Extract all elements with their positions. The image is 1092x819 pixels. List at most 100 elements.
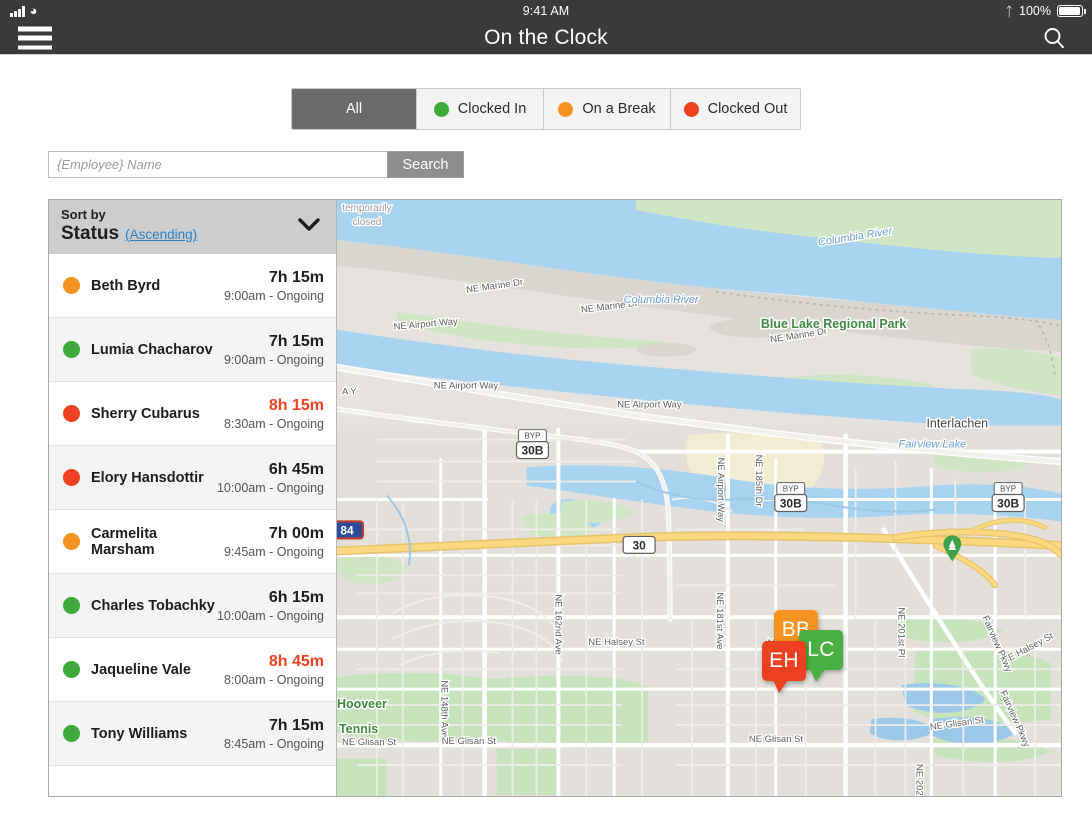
employee-time-block: 6h 15m 10:00am - Ongoing (217, 588, 324, 624)
employee-shift-times: 10:00am - Ongoing (216, 608, 324, 623)
map-place-label: Interlachen (926, 417, 988, 431)
employee-name: Carmelita Marsham (91, 525, 158, 558)
employee-duration: 7h 15m (268, 716, 324, 734)
employee-shift-times: 9:00am - Ongoing (223, 288, 324, 303)
employee-location-map[interactable]: NE Marine Dr NE Marine Dr NE Marine Dr NE M… (337, 200, 1061, 796)
employee-row[interactable]: Charles Tobachky 6h 15m 10:00am - Ongoing (49, 574, 336, 638)
map-canvas: NE Marine DrNE Marine DrNE Marine DrNE M… (337, 200, 1061, 796)
tab-clocked-out[interactable]: Clocked Out (671, 89, 800, 129)
employee-row[interactable]: Carmelita Marsham 7h 00m 9:45am - Ongoing (49, 510, 336, 574)
map-marker-initials: EH (762, 641, 806, 681)
employee-row[interactable]: Sherry Cubarus 8h 15m 8:30am - Ongoing (49, 382, 336, 446)
employee-name: Sherry Cubarus (91, 405, 200, 422)
main-content: Sort by Status (Ascending) Beth Byrd 7h 1… (48, 199, 1062, 797)
employee-name: Jaqueline Vale (91, 661, 191, 678)
employee-name: Lumia Chacharov (91, 341, 213, 358)
status-dot-green-icon (433, 101, 449, 117)
employee-status-dot-icon (63, 533, 80, 550)
employee-status-dot-icon (63, 725, 80, 742)
employee-list-panel: Sort by Status (Ascending) Beth Byrd 7h 1… (49, 200, 337, 796)
chevron-down-icon[interactable] (298, 218, 320, 231)
employee-name: Charles Tobachky (91, 597, 215, 614)
employee-shift-times: 9:00am - Ongoing (223, 352, 324, 367)
employee-status-dot-icon (63, 341, 80, 358)
map-road-label: NE 201st Pl (895, 607, 906, 657)
employee-name: Beth Byrd (91, 277, 161, 294)
employee-row[interactable]: Beth Byrd 7h 15m 9:00am - Ongoing (49, 254, 336, 318)
tab-all[interactable]: All (292, 89, 417, 129)
employee-shift-times: 10:00am - Ongoing (216, 480, 324, 495)
sort-by-header[interactable]: Sort by Status (Ascending) (49, 200, 336, 254)
map-highway-shield: 30 (622, 535, 656, 555)
employee-status-dot-icon (63, 405, 80, 422)
shield-bypass-label: BYP (1000, 485, 1016, 494)
employee-time-block: 7h 15m 8:45am - Ongoing (224, 716, 324, 752)
map-road-label: A Y (342, 387, 357, 398)
employee-duration: 8h 45m (268, 652, 324, 670)
sort-direction-link[interactable]: (Ascending) (125, 227, 197, 242)
employee-duration: 8h 15m (268, 396, 324, 414)
employee-time-block: 7h 00m 9:45am - Ongoing (224, 524, 324, 560)
status-bar-right: ᛏ 100% (1005, 3, 1086, 19)
status-dot-orange-icon (558, 101, 574, 117)
map-water-label: Columbia River (624, 294, 700, 306)
tab-on-a-break[interactable]: On a Break (544, 89, 671, 129)
shield-number: 30 (633, 538, 647, 552)
employee-time-block: 8h 45m 8:00am - Ongoing (224, 652, 324, 688)
map-marker-tail-icon (810, 669, 825, 682)
battery-percent-label: 100% (1019, 4, 1051, 18)
map-water-label: Fairview Lake (899, 439, 967, 451)
employee-row[interactable]: Elory Hansdottir 6h 45m 10:00am - Ongoing (49, 446, 336, 510)
shield-number: 30B (780, 496, 802, 510)
battery-icon (1057, 4, 1086, 18)
search-button[interactable]: Search (387, 151, 464, 178)
map-road-label: NE Halsey St (588, 637, 645, 648)
employee-status-dot-icon (63, 661, 80, 678)
status-bar-time: 9:41 AM (522, 4, 570, 18)
map-road-label: NE Glisan St (442, 736, 497, 747)
sort-by-label: Sort by (61, 207, 106, 222)
shield-bypass-label: BYP (524, 432, 540, 441)
employee-time-block: 6h 45m 10:00am - Ongoing (217, 460, 324, 496)
employee-status-dot-icon (63, 597, 80, 614)
map-poi-label: Hooveer (337, 697, 387, 711)
tab-on-a-break-label: On a Break (582, 101, 656, 117)
employee-shift-times: 8:45am - Ongoing (223, 736, 324, 751)
employee-name: Elory Hansdottir (91, 469, 204, 486)
tab-clocked-in[interactable]: Clocked In (417, 89, 544, 129)
map-road-label: NE 148th Ave (439, 680, 450, 738)
map-park-label: Blue Lake Regional Park (761, 317, 907, 331)
app-nav-bar: On the Clock (0, 22, 1092, 55)
employee-row[interactable]: 8h 00m (49, 766, 336, 796)
page-title: On the Clock (484, 26, 608, 49)
employee-duration: 7h 15m (268, 268, 324, 286)
map-highway-shield: BYP 30B (774, 481, 808, 513)
employee-row[interactable]: Tony Williams 7h 15m 8:45am - Ongoing (49, 702, 336, 766)
map-marker-tail-icon (773, 680, 788, 693)
map-closed-label: temporarily (342, 203, 391, 214)
search-icon[interactable] (1042, 26, 1066, 50)
employee-status-dot-icon (63, 469, 80, 486)
status-filter-tabs: All Clocked In On a Break Clocked Out (291, 88, 801, 130)
status-filter-bar: All Clocked In On a Break Clocked Out (0, 88, 1092, 130)
employee-list[interactable]: Beth Byrd 7h 15m 9:00am - Ongoing Lumia Cha… (49, 254, 336, 796)
shield-number: 84 (340, 523, 354, 537)
shield-bypass-label: BYP (783, 485, 799, 494)
map-road-label: NE Airport Way (715, 458, 726, 523)
shield-number: 30B (521, 444, 543, 458)
employee-row[interactable]: Lumia Chacharov 7h 15m 9:00am - Ongoing (49, 318, 336, 382)
map-highway-shield: BYP 30B (515, 429, 550, 460)
employee-name: Tony Williams (91, 725, 188, 742)
employee-duration: 7h 00m (268, 524, 324, 542)
tab-clocked-out-label: Clocked Out (707, 101, 788, 117)
map-road-label: NE 185th Dr (753, 455, 764, 507)
map-road-label: NE Glisan St (342, 737, 397, 748)
employee-duration: 6h 15m (268, 588, 324, 606)
map-marker-eh[interactable]: EH (762, 641, 806, 693)
search-input[interactable] (48, 151, 387, 178)
map-road-label: NE 202nd Ave (913, 764, 924, 796)
employee-row[interactable]: Jaqueline Vale 8h 45m 8:00am - Ongoing (49, 638, 336, 702)
map-highway-shield: BYP 30B (991, 481, 1025, 513)
bluetooth-icon: ᛏ (1005, 3, 1014, 19)
employee-search-bar: Search (48, 151, 464, 178)
